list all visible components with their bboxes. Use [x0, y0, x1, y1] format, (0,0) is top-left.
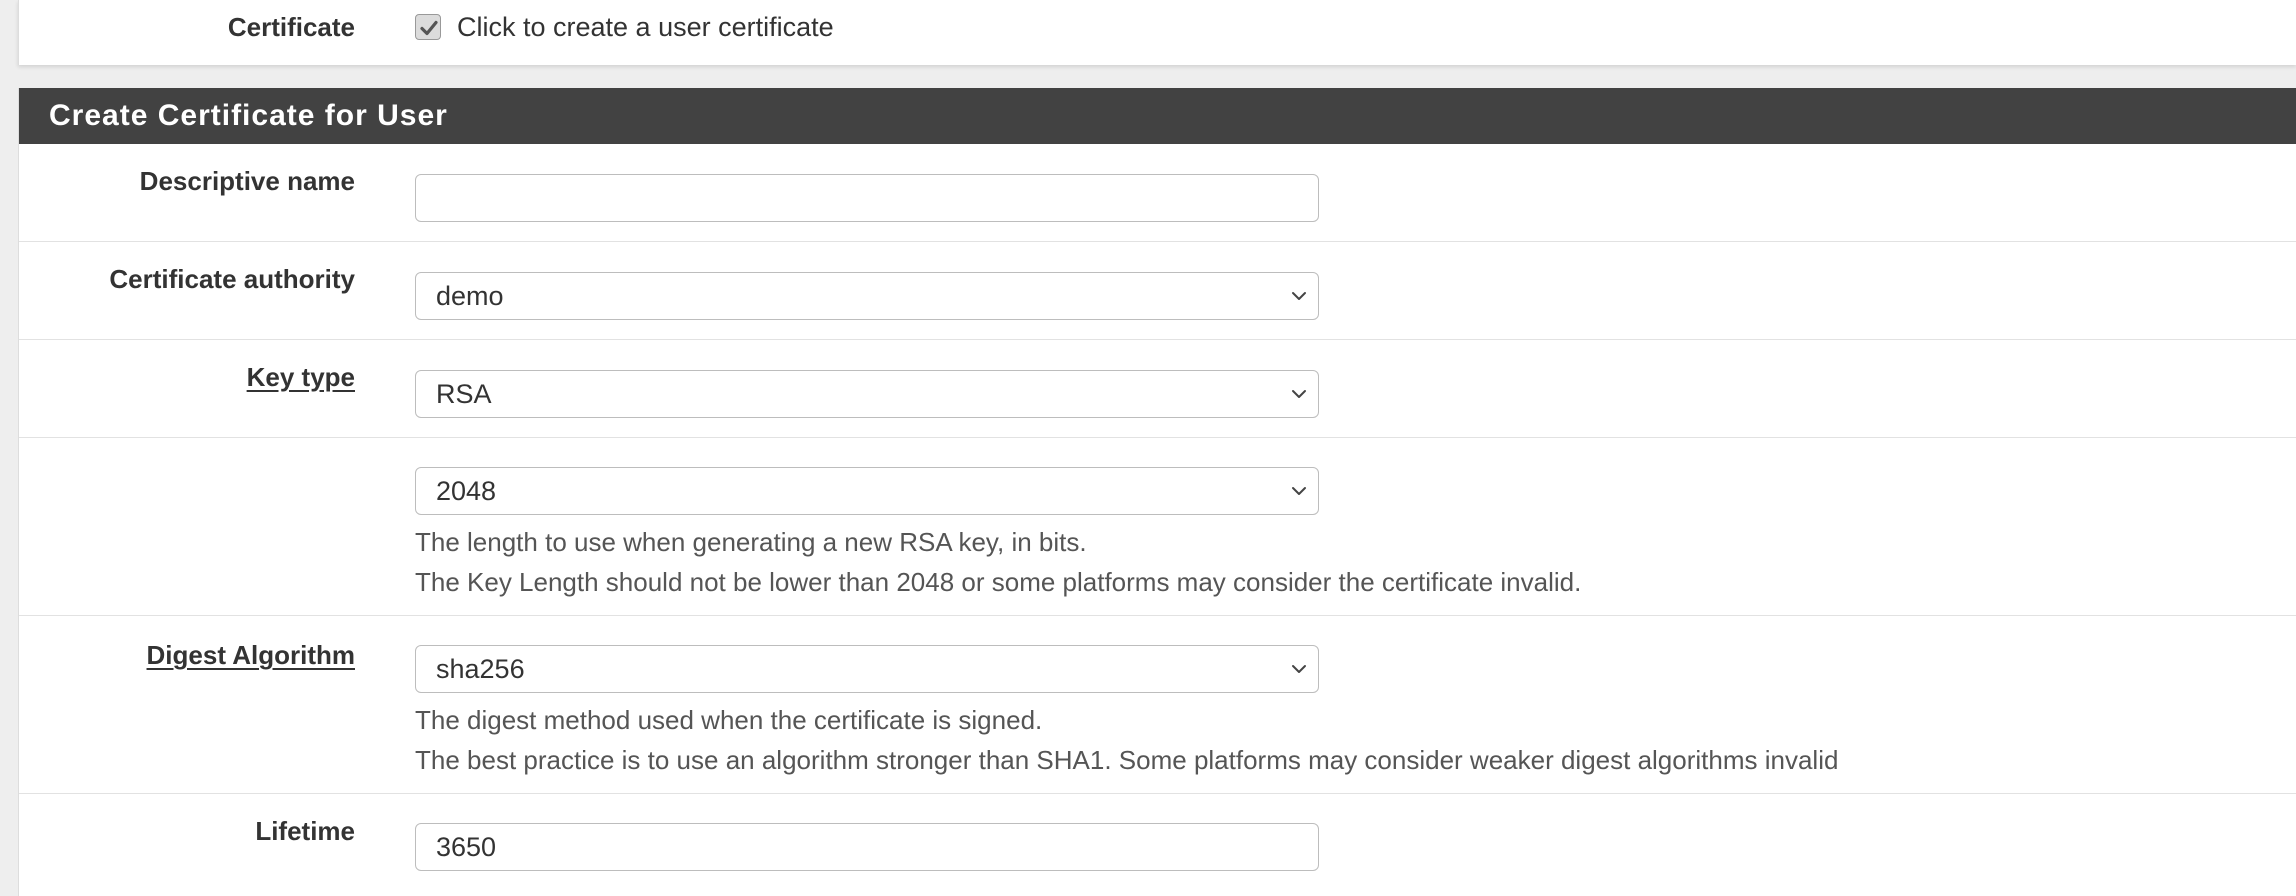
certificate-label: Certificate — [227, 12, 355, 42]
digest-algorithm-select[interactable]: sha256 — [415, 645, 1319, 693]
key-type-value: RSA — [436, 379, 492, 409]
lifetime-input[interactable]: 3650 — [415, 823, 1319, 871]
certificate-panel: Certificate Click to create a user certi… — [18, 0, 2296, 65]
certificate-checkbox-label[interactable]: Click to create a user certificate — [457, 10, 834, 44]
certificate-authority-value: demo — [436, 281, 504, 311]
key-type-row: Key type RSA — [19, 340, 2296, 438]
chevron-down-icon — [1292, 390, 1306, 398]
key-length-help-1: The length to use when generating a new … — [415, 527, 1087, 557]
key-length-row: 2048 The length to use when generating a… — [19, 438, 2296, 616]
key-type-label: Key type — [246, 362, 355, 392]
key-length-value: 2048 — [436, 476, 497, 506]
key-length-select[interactable]: 2048 — [415, 467, 1319, 515]
lifetime-row: Lifetime 3650 — [19, 794, 2296, 894]
certificate-authority-label: Certificate authority — [109, 264, 355, 294]
digest-algorithm-help-2: The best practice is to use an algorithm… — [415, 745, 1839, 775]
certificate-authority-select[interactable]: demo — [415, 272, 1319, 320]
create-certificate-panel: Create Certificate for User Descriptive … — [18, 88, 2296, 896]
key-length-help-2: The Key Length should not be lower than … — [415, 567, 1582, 597]
lifetime-value: 3650 — [436, 832, 497, 862]
descriptive-name-input[interactable] — [415, 174, 1319, 222]
check-icon — [420, 20, 438, 36]
key-type-select[interactable]: RSA — [415, 370, 1319, 418]
digest-algorithm-help-1: The digest method used when the certific… — [415, 705, 1043, 735]
digest-algorithm-label: Digest Algorithm — [146, 640, 355, 670]
descriptive-name-row: Descriptive name — [19, 144, 2296, 242]
descriptive-name-label: Descriptive name — [139, 166, 355, 196]
chevron-down-icon — [1292, 665, 1306, 673]
certificate-checkbox[interactable] — [415, 14, 441, 40]
lifetime-label: Lifetime — [255, 816, 355, 846]
certificate-authority-row: Certificate authority demo — [19, 242, 2296, 340]
digest-algorithm-row: Digest Algorithm sha256 The digest metho… — [19, 616, 2296, 794]
page: Certificate Click to create a user certi… — [0, 0, 2296, 896]
digest-algorithm-value: sha256 — [436, 654, 525, 684]
panel-heading: Create Certificate for User — [19, 88, 2296, 144]
chevron-down-icon — [1292, 487, 1306, 495]
chevron-down-icon — [1292, 292, 1306, 300]
